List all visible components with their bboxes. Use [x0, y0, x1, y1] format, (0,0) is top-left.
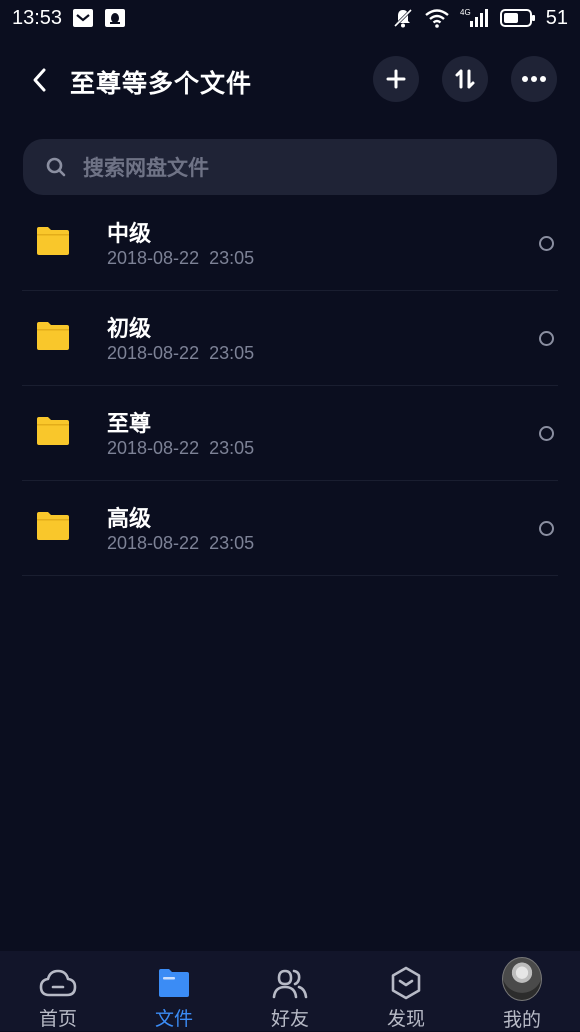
search-input[interactable]: 搜索网盘文件 — [23, 139, 557, 195]
file-date: 2018-08-22 23:05 — [107, 343, 255, 363]
list-item[interactable]: 至尊 2018-08-22 23:05 — [22, 386, 558, 481]
avatar-wrapper — [502, 957, 542, 1001]
notification-qq-icon — [104, 7, 126, 29]
wifi-icon — [424, 7, 450, 29]
signal-4g-icon: 4G — [460, 7, 490, 29]
search-placeholder: 搜索网盘文件 — [83, 156, 209, 180]
nav-friends[interactable]: 好友 — [232, 951, 348, 1031]
discover-icon — [386, 965, 426, 1000]
file-date: 2018-08-22 23:05 — [107, 438, 255, 458]
folder-icon — [154, 965, 194, 1000]
file-name: 高级 — [107, 507, 152, 532]
nav-home-label: 首页 — [38, 1008, 77, 1030]
list-item[interactable]: 初级 2018-08-22 23:05 — [22, 291, 558, 386]
add-button[interactable] — [373, 56, 419, 102]
file-name: 至尊 — [107, 412, 152, 437]
network-label: 4G — [460, 8, 471, 17]
battery-icon — [499, 8, 536, 28]
select-radio[interactable] — [539, 521, 554, 536]
mute-icon — [392, 7, 414, 29]
friends-icon — [270, 965, 310, 1000]
sort-button[interactable] — [442, 56, 488, 102]
nav-home[interactable]: 首页 — [0, 951, 116, 1031]
nav-discover-label: 发现 — [386, 1008, 425, 1030]
select-radio[interactable] — [539, 426, 554, 441]
status-bar: 13:53 4G 51 — [0, 0, 580, 36]
status-time: 13:53 — [12, 6, 63, 29]
list-item[interactable]: 高级 2018-08-22 23:05 — [22, 481, 558, 576]
file-date: 2018-08-22 23:05 — [107, 248, 255, 268]
cloud-icon — [38, 965, 78, 1000]
folder-icon — [37, 322, 69, 350]
file-name: 中级 — [107, 222, 152, 247]
chevron-left-icon — [33, 68, 46, 92]
file-list: 中级 2018-08-22 23:05 初级 2018-08-22 23:05 … — [0, 196, 580, 576]
notification-mail-icon — [72, 7, 94, 29]
header: 至尊等多个文件 — [0, 50, 580, 110]
folder-icon — [37, 227, 69, 255]
sort-icon — [455, 69, 475, 89]
more-dots-icon — [522, 76, 546, 82]
nav-files[interactable]: 文件 — [116, 951, 232, 1031]
nav-me-label: 我的 — [502, 1009, 541, 1031]
bottom-nav: 首页 文件 好友 发现 我的 — [0, 951, 580, 1031]
file-date: 2018-08-22 23:05 — [107, 533, 255, 553]
select-radio[interactable] — [539, 331, 554, 346]
list-item[interactable]: 中级 2018-08-22 23:05 — [22, 196, 558, 291]
nav-files-label: 文件 — [154, 1008, 193, 1030]
file-name: 初级 — [107, 317, 152, 342]
page-title: 至尊等多个文件 — [70, 69, 253, 98]
nav-discover[interactable]: 发现 — [348, 951, 464, 1031]
nav-me[interactable]: 我的 — [464, 951, 580, 1031]
plus-icon — [386, 69, 406, 89]
folder-icon — [37, 512, 69, 540]
search-icon — [45, 156, 67, 178]
nav-friends-label: 好友 — [270, 1008, 309, 1030]
battery-percent: 51 — [545, 6, 568, 29]
back-button[interactable] — [22, 62, 58, 98]
select-radio[interactable] — [539, 236, 554, 251]
folder-icon — [37, 417, 69, 445]
avatar — [502, 957, 542, 1001]
more-button[interactable] — [511, 56, 557, 102]
